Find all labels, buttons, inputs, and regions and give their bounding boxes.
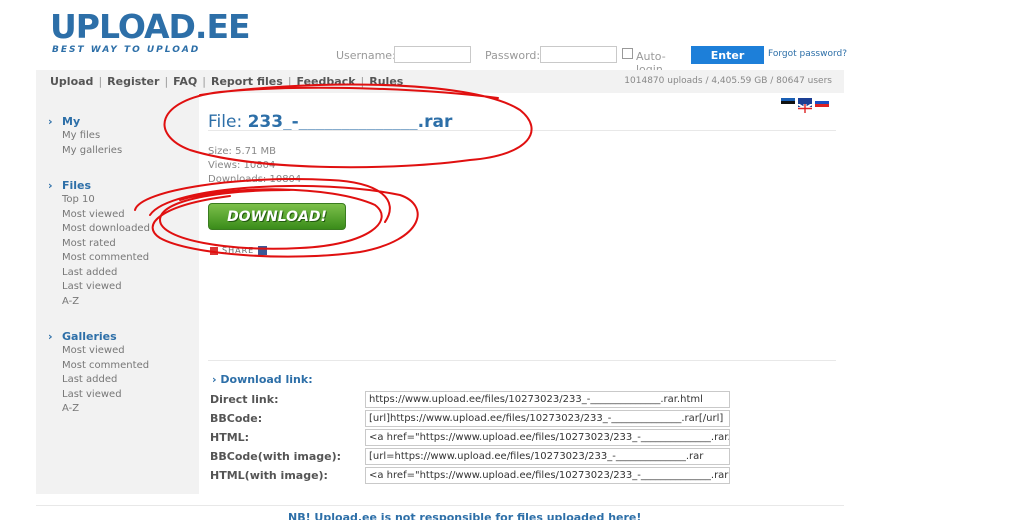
chevron-right-icon: › bbox=[48, 115, 53, 128]
nav-faq[interactable]: FAQ bbox=[173, 75, 197, 88]
html-label: HTML: bbox=[210, 431, 250, 444]
username-label: Username: bbox=[336, 49, 396, 62]
share-label[interactable]: SHARE bbox=[222, 246, 254, 255]
sidebar-heading-galleries[interactable]: › Galleries bbox=[48, 330, 149, 345]
enter-button[interactable]: Enter bbox=[691, 46, 764, 64]
sidebar-item-most-commented[interactable]: Most commented bbox=[48, 252, 150, 267]
bbcode-image-field[interactable]: [url=https://www.upload.ee/files/1027302… bbox=[365, 448, 730, 465]
nav-upload[interactable]: Upload bbox=[50, 75, 93, 88]
site-logo[interactable]: UPLOAD.EE BEST WAY TO UPLOAD bbox=[50, 7, 251, 56]
sidebar-item-last-viewed[interactable]: Last viewed bbox=[48, 281, 150, 296]
sidebar-item-my-galleries[interactable]: My galleries bbox=[48, 145, 122, 160]
share-icon[interactable] bbox=[210, 246, 218, 255]
bbcode-image-label: BBCode(with image): bbox=[210, 450, 342, 463]
flag-uk-cross bbox=[797, 103, 813, 114]
footer-divider bbox=[36, 505, 844, 506]
sidebar-heading-my[interactable]: › My bbox=[48, 115, 122, 130]
sidebar-item-gal-most-viewed[interactable]: Most viewed bbox=[48, 345, 149, 360]
sidebar-item-gal-most-commented[interactable]: Most commented bbox=[48, 360, 149, 375]
username-input[interactable] bbox=[394, 46, 471, 63]
links-divider bbox=[208, 360, 836, 361]
direct-link-label: Direct link: bbox=[210, 393, 279, 406]
sidebar-item-most-viewed[interactable]: Most viewed bbox=[48, 209, 150, 224]
logo-text: UPLOAD.EE bbox=[50, 7, 251, 46]
facebook-icon[interactable] bbox=[258, 246, 268, 255]
file-title-prefix: File: bbox=[208, 112, 243, 132]
site-stats: 1014870 uploads / 4,405.59 GB / 80647 us… bbox=[624, 76, 832, 86]
sidebar-item-top10[interactable]: Top 10 bbox=[48, 194, 150, 209]
flag-uk-icon[interactable] bbox=[797, 98, 813, 114]
html-field[interactable]: <a href="https://www.upload.ee/files/102… bbox=[365, 429, 730, 446]
sidebar-item-last-added[interactable]: Last added bbox=[48, 267, 150, 282]
logo-tagline: BEST WAY TO UPLOAD bbox=[52, 45, 201, 55]
nav-report-files[interactable]: Report files bbox=[211, 75, 283, 88]
sidebar-heading-label: Galleries bbox=[62, 330, 117, 343]
nav-separator: | bbox=[360, 75, 365, 88]
download-link-heading: › Download link: bbox=[212, 373, 313, 386]
nav-separator: | bbox=[287, 75, 292, 88]
nav-separator: | bbox=[202, 75, 206, 88]
title-divider bbox=[208, 130, 836, 131]
sidebar: › My My files My galleries › Files Top 10 … bbox=[36, 93, 199, 494]
sidebar-heading-label: Files bbox=[62, 179, 92, 192]
nav-rules[interactable]: Rules bbox=[369, 75, 403, 88]
chevron-right-icon: › bbox=[48, 179, 53, 192]
password-input[interactable] bbox=[540, 46, 617, 63]
sidebar-item-gal-last-added[interactable]: Last added bbox=[48, 374, 149, 389]
flag-estonia-icon[interactable] bbox=[781, 98, 795, 107]
nav-separator: | bbox=[164, 75, 169, 88]
download-link-heading-label: Download link: bbox=[220, 373, 313, 386]
sidebar-section-files: › Files Top 10 Most viewed Most downloade… bbox=[48, 179, 150, 310]
direct-link-field[interactable]: https://www.upload.ee/files/10273023/233… bbox=[365, 391, 730, 408]
file-name: 233_-______________.rar bbox=[247, 112, 453, 132]
autologin-checkbox[interactable] bbox=[622, 48, 633, 59]
download-button[interactable]: DOWNLOAD! bbox=[208, 203, 346, 230]
chevron-right-icon: › bbox=[48, 330, 53, 343]
flag-russia-icon[interactable] bbox=[815, 98, 829, 107]
bbcode-label: BBCode: bbox=[210, 412, 263, 425]
nav-separator: | bbox=[98, 75, 103, 88]
file-downloads: Downloads: 10804 bbox=[208, 174, 302, 185]
sidebar-item-most-downloaded[interactable]: Most downloaded bbox=[48, 223, 150, 238]
nav-feedback[interactable]: Feedback bbox=[297, 75, 356, 88]
file-title: File: 233_-______________.rar bbox=[208, 112, 452, 132]
nav-register[interactable]: Register bbox=[107, 75, 159, 88]
sidebar-item-a-z[interactable]: A-Z bbox=[48, 296, 150, 311]
sidebar-section-galleries: › Galleries Most viewed Most commented La… bbox=[48, 330, 149, 418]
bbcode-field[interactable]: [url]https://www.upload.ee/files/1027302… bbox=[365, 410, 730, 427]
sidebar-section-my: › My My files My galleries bbox=[48, 115, 122, 159]
footer-disclaimer: NB! Upload.ee is not responsible for fil… bbox=[288, 511, 642, 520]
nav-bar: Upload | Register | FAQ | Report files | Feedbac… bbox=[36, 70, 844, 93]
sidebar-item-my-files[interactable]: My files bbox=[48, 130, 122, 145]
sidebar-heading-files[interactable]: › Files bbox=[48, 179, 150, 194]
html-image-field[interactable]: <a href="https://www.upload.ee/files/102… bbox=[365, 467, 730, 484]
file-size: Size: 5.71 MB bbox=[208, 146, 277, 157]
html-image-label: HTML(with image): bbox=[210, 469, 328, 482]
password-label: Password: bbox=[485, 49, 541, 62]
share-bar: SHARE bbox=[210, 246, 268, 255]
sidebar-item-most-rated[interactable]: Most rated bbox=[48, 238, 150, 253]
sidebar-item-gal-last-viewed[interactable]: Last viewed bbox=[48, 389, 149, 404]
sidebar-item-gal-a-z[interactable]: A-Z bbox=[48, 403, 149, 418]
forgot-password-link[interactable]: Forgot password? bbox=[768, 49, 847, 59]
nav-links: Upload | Register | FAQ | Report files | Feedbac… bbox=[50, 75, 403, 88]
sidebar-heading-label: My bbox=[62, 115, 81, 128]
file-views: Views: 10804 bbox=[208, 160, 276, 171]
